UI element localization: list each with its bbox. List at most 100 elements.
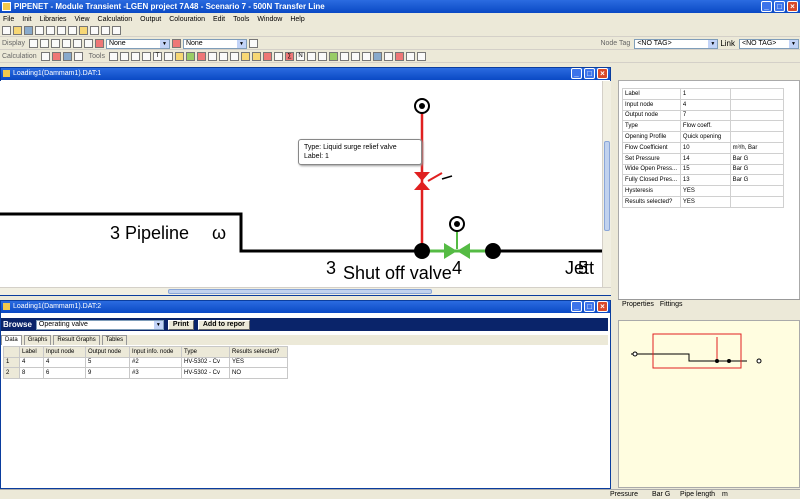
property-row[interactable]: Opening Profile Quick opening — [622, 131, 785, 143]
pipe-tool-icon[interactable] — [174, 52, 184, 61]
property-row[interactable]: Input node 4 — [622, 98, 785, 111]
close-button[interactable]: × — [597, 68, 608, 79]
table-cell[interactable]: HV-5302 - Cv — [181, 367, 230, 379]
cut-icon[interactable] — [35, 26, 44, 35]
controller-tool-icon[interactable] — [416, 52, 426, 61]
property-row[interactable]: Wide Open Press... 15 Bar G — [622, 163, 785, 176]
maximize-button[interactable]: □ — [774, 1, 785, 12]
link-tag-combo[interactable]: <NO TAG> ▼ — [739, 38, 799, 49]
column-header[interactable]: Label — [19, 346, 44, 358]
column-header[interactable]: Input node — [43, 346, 86, 358]
shutoff-valve-left[interactable] — [444, 243, 457, 259]
property-value[interactable]: 14 — [679, 152, 731, 165]
pump-tool-icon[interactable] — [196, 52, 206, 61]
heat-exchanger-tool-icon[interactable] — [372, 52, 382, 61]
table-cell[interactable]: 4 — [19, 356, 44, 368]
table-cell[interactable]: 9 — [85, 367, 130, 379]
menu-file[interactable]: File — [3, 16, 14, 23]
alarm-tool-icon[interactable] — [394, 52, 404, 61]
rect-icon[interactable] — [141, 52, 151, 61]
column-header[interactable]: Output node — [85, 346, 130, 358]
report-icon[interactable] — [73, 52, 83, 61]
table-cell[interactable]: 4 — [43, 356, 86, 368]
property-value[interactable]: 4 — [679, 98, 731, 111]
arrow-icon[interactable] — [72, 39, 82, 48]
table-row[interactable]: 1 4 4 5 #2 HV-5302 - Cv YES — [3, 356, 288, 368]
minimize-button[interactable]: _ — [571, 68, 582, 79]
valve-tool-icon[interactable] — [185, 52, 195, 61]
check-icon[interactable] — [40, 52, 50, 61]
results-icon[interactable] — [62, 52, 72, 61]
menu-edit[interactable]: Edit — [213, 16, 225, 23]
tab-properties[interactable]: Properties — [622, 300, 654, 310]
menu-calculation[interactable]: Calculation — [98, 16, 133, 23]
property-value[interactable]: 10 — [679, 141, 731, 154]
horizontal-scroll-thumb[interactable] — [168, 289, 432, 294]
shutoff-valve-right[interactable] — [457, 243, 470, 259]
reducer-tool-icon[interactable] — [350, 52, 360, 61]
node-3[interactable] — [414, 243, 430, 259]
node-letter-icon[interactable]: N — [295, 52, 305, 61]
table-cell[interactable]: 6 — [43, 367, 86, 379]
minimize-button[interactable]: _ — [761, 1, 772, 12]
align-icon[interactable] — [39, 39, 49, 48]
help-icon[interactable] — [90, 26, 99, 35]
save-icon[interactable] — [24, 26, 33, 35]
property-value[interactable]: 15 — [679, 163, 731, 176]
property-row[interactable]: Label 1 — [622, 88, 785, 100]
tank-tool-icon[interactable] — [218, 52, 228, 61]
column-header[interactable]: Results selected? — [229, 346, 288, 358]
table-cell[interactable]: HV-5302 - Cv — [181, 356, 230, 368]
move-icon[interactable] — [130, 52, 140, 61]
vertical-scroll-thumb[interactable] — [604, 141, 610, 231]
relief-valve-tool-icon[interactable] — [262, 52, 272, 61]
pipeline-3[interactable] — [0, 212, 602, 253]
menu-init[interactable]: Init — [22, 16, 31, 23]
overview-viewport[interactable] — [652, 333, 742, 369]
close-button[interactable]: × — [597, 301, 608, 312]
filter-tool-icon[interactable] — [229, 52, 239, 61]
text-icon[interactable]: T — [152, 52, 162, 61]
pointer-icon[interactable] — [119, 52, 129, 61]
minimize-button[interactable]: _ — [571, 301, 582, 312]
copy-icon[interactable] — [46, 26, 55, 35]
table-cell[interactable]: 1 — [3, 356, 20, 368]
pen-icon[interactable] — [171, 39, 181, 48]
relief-valve-lower[interactable] — [414, 181, 430, 190]
property-row[interactable]: Type Flow coeff. — [622, 120, 785, 133]
close-button[interactable]: × — [787, 1, 798, 12]
tab-result-graphs[interactable]: Result Graphs — [53, 335, 100, 345]
property-row[interactable]: Flow Coefficient 10 m³/h, Bar — [622, 141, 785, 154]
table-cell[interactable]: YES — [229, 356, 288, 368]
menu-colouration[interactable]: Colouration — [169, 16, 205, 23]
table-row[interactable]: 2 8 6 9 #3 HV-5302 - Cv NO — [3, 367, 288, 379]
tee-tool-icon[interactable] — [317, 52, 327, 61]
property-value[interactable]: 7 — [679, 109, 731, 122]
tab-graphs[interactable]: Graphs — [23, 335, 52, 345]
property-value[interactable]: YES — [679, 195, 731, 208]
menu-tools[interactable]: Tools — [233, 16, 249, 23]
node-tool-icon[interactable] — [207, 52, 217, 61]
menu-output[interactable]: Output — [140, 16, 161, 23]
line-icon[interactable] — [61, 39, 71, 48]
check-valve-tool-icon[interactable] — [273, 52, 283, 61]
redo-icon[interactable] — [112, 26, 121, 35]
property-row[interactable]: Set Pressure 14 Bar G — [622, 152, 785, 165]
property-value[interactable]: Quick opening — [679, 131, 731, 143]
column-header[interactable]: Type — [181, 346, 230, 358]
property-value[interactable]: YES — [679, 185, 731, 197]
table-cell[interactable]: #3 — [129, 367, 182, 379]
zoom-icon[interactable] — [163, 52, 173, 61]
snap-icon[interactable] — [50, 39, 60, 48]
table-cell[interactable]: #2 — [129, 356, 182, 368]
property-row[interactable]: Hysteresis YES — [622, 185, 785, 197]
tab-tables[interactable]: Tables — [101, 335, 128, 345]
menu-libraries[interactable]: Libraries — [40, 16, 67, 23]
property-row[interactable]: Fully Closed Pres... 13 Bar G — [622, 174, 785, 187]
table-cell[interactable]: 2 — [3, 367, 20, 379]
elbow-tool-icon[interactable] — [361, 52, 371, 61]
network-canvas[interactable]: 3 Pipeline ω 3 Shut off valve 4 Jett 5 — [0, 81, 611, 295]
property-value[interactable]: 13 — [679, 174, 731, 187]
grid-icon[interactable] — [28, 39, 38, 48]
spray-tool-icon[interactable] — [383, 52, 393, 61]
